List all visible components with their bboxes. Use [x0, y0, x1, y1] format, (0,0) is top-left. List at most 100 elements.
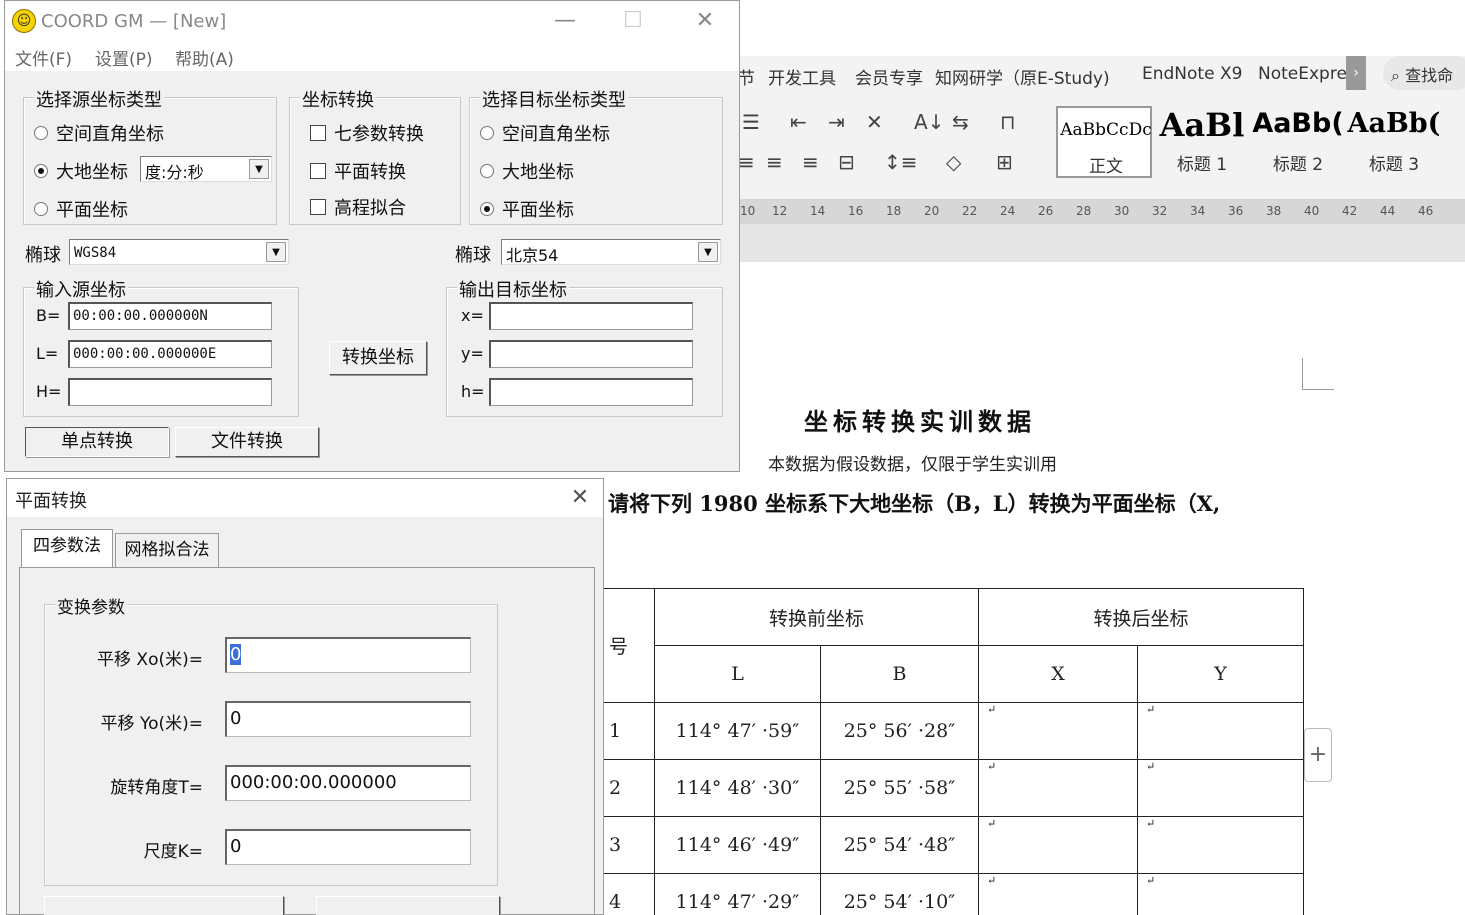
target-radio-cartesian[interactable]: 空间直角坐标	[480, 120, 610, 146]
check-height-fit[interactable]: 高程拟合	[310, 194, 406, 220]
input-H-field[interactable]	[68, 378, 272, 406]
coord-titlebar[interactable]: ☺ COORD GM — [New] — ☐ ✕	[5, 1, 739, 43]
chinese-layout-icon[interactable]: ✕	[866, 110, 883, 134]
align-center-icon[interactable]: ≡	[766, 150, 783, 174]
input-L-field[interactable]: 000:00:00.000000E	[68, 340, 272, 368]
plane-titlebar[interactable]: 平面转换 ✕	[7, 479, 603, 517]
rotation-field[interactable]: 000:00:00.000000	[225, 765, 471, 801]
tab-stop-icon[interactable]: ⊓	[1000, 110, 1016, 134]
angle-format-select[interactable]: 度:分:秒 ▼	[140, 156, 272, 182]
table-cell-Y[interactable]: ↵	[1137, 816, 1304, 874]
word-search-box[interactable]: ⌕ 查找命	[1383, 56, 1465, 90]
ruler-tick: 16	[848, 204, 864, 218]
radio-label: 平面坐标	[56, 200, 128, 221]
ruler-tick: 26	[1038, 204, 1054, 218]
ruler-tick: 46	[1418, 204, 1434, 218]
table-row: 2 114° 48′ ·30″ 25° 55′ ·58″ ↵ ↵	[600, 759, 1304, 817]
table-cell-X[interactable]: ↵	[978, 702, 1138, 760]
output-y-field[interactable]	[489, 340, 693, 368]
table-cell-X[interactable]: ↵	[978, 759, 1138, 817]
menu-file[interactable]: 文件(F)	[15, 45, 72, 70]
close-icon[interactable]: ✕	[685, 5, 725, 37]
x0-field[interactable]: 0	[225, 637, 471, 673]
ruler-tick: 38	[1266, 204, 1282, 218]
plane-action-button-1[interactable]	[44, 896, 284, 915]
style-heading-2[interactable]: AaBb( 标题 2	[1250, 106, 1346, 178]
numbered-list-icon[interactable]: ☰	[742, 110, 760, 134]
borders-icon[interactable]: ⊞	[996, 150, 1013, 174]
ribbon-tab-developer[interactable]: 开发工具	[768, 64, 836, 89]
align-left-icon[interactable]: ≡	[738, 150, 755, 174]
maximize-icon[interactable]: ☐	[613, 5, 653, 37]
justify-icon[interactable]: ≡	[802, 150, 819, 174]
word-ribbon: ☰ ⇤ ⇥ ✕ A↓ ⇆ ⊓ ≡ ≡ ≡ ⊟ ↕≡ ◇ ⊞ AaBbCcDc 正…	[738, 94, 1465, 200]
decrease-indent-icon[interactable]: ⇤	[790, 110, 807, 134]
table-cell-L: 114° 48′ ·30″	[654, 759, 821, 817]
style-heading-1[interactable]: AaBl 标题 1	[1154, 106, 1250, 178]
table-cell-Y[interactable]: ↵	[1137, 873, 1304, 915]
scale-field[interactable]: 0	[225, 829, 471, 865]
horizontal-ruler: 10 12 14 16 18 20 22 24 26 28 30 32 34 3…	[738, 200, 1465, 224]
dropdown-arrow-icon: ▼	[266, 242, 286, 262]
ribbon-tab-noteexpress[interactable]: NoteExpre	[1258, 64, 1346, 84]
ruler-tick: 44	[1380, 204, 1396, 218]
table-row: 3 114° 46′ ·49″ 25° 54′ ·48″ ↵ ↵	[600, 816, 1304, 874]
paragraph-direction-icon[interactable]: ⇆	[952, 110, 969, 134]
src-ellipsoid-label: 椭球	[25, 245, 61, 266]
radio-label: 大地坐标	[56, 162, 128, 183]
style-normal[interactable]: AaBbCcDc 正文	[1056, 106, 1152, 178]
menu-help[interactable]: 帮助(A)	[175, 45, 234, 70]
ruler-tick: 34	[1190, 204, 1206, 218]
ribbon-tab-section[interactable]: 节	[738, 64, 755, 89]
conversion-group: 坐标转换 七参数转换 平面转换 高程拟合	[289, 86, 461, 225]
src-ellipsoid-select[interactable]: WGS84 ▼	[69, 239, 289, 265]
plane-action-button-2[interactable]	[316, 896, 500, 915]
select-value: 北京54	[506, 246, 559, 265]
shading-icon[interactable]: ◇	[946, 150, 961, 174]
target-type-group: 选择目标坐标类型 空间直角坐标 大地坐标 平面坐标	[469, 86, 723, 225]
style-heading-3[interactable]: AaBb( 标题 3	[1346, 106, 1442, 178]
table-cell-Y[interactable]: ↵	[1137, 702, 1304, 760]
increase-indent-icon[interactable]: ⇥	[828, 110, 845, 134]
doc-instruction: 请将下列 1980 坐标系下大地坐标（B，L）转换为平面坐标（X,	[608, 491, 1221, 516]
minimize-icon[interactable]: —	[545, 5, 585, 37]
table-cell-X[interactable]: ↵	[978, 873, 1138, 915]
check-plane-transform[interactable]: 平面转换	[310, 158, 406, 184]
line-spacing-icon[interactable]: ↕≡	[884, 150, 918, 174]
ribbon-scroll-right-icon[interactable]: ›	[1346, 56, 1366, 90]
output-y-label: y=	[461, 344, 484, 363]
distribute-icon[interactable]: ⊟	[838, 150, 855, 174]
table-add-row-icon[interactable]: +	[1304, 728, 1332, 782]
tab-grid-fit[interactable]: 网格拟合法	[115, 533, 219, 567]
ruler-tick: 24	[1000, 204, 1016, 218]
y0-field[interactable]: 0	[225, 701, 471, 737]
ribbon-tab-member[interactable]: 会员专享	[855, 64, 923, 89]
single-point-button[interactable]: 单点转换	[25, 427, 169, 457]
checkbox-icon	[310, 199, 326, 215]
sort-icon[interactable]: A↓	[914, 110, 944, 134]
table-cell-X[interactable]: ↵	[978, 816, 1138, 874]
input-B-label: B=	[36, 306, 61, 325]
table-cell-B: 25° 54′ ·10″	[820, 873, 979, 915]
check-label: 高程拟合	[334, 198, 406, 219]
target-radio-plane[interactable]: 平面坐标	[480, 196, 574, 222]
style-heading-2-label: 标题 2	[1272, 155, 1324, 175]
x0-label: 平移 Xo(米)=	[97, 650, 203, 670]
table-cell-Y[interactable]: ↵	[1137, 759, 1304, 817]
ribbon-tab-endnote[interactable]: EndNote X9	[1142, 64, 1242, 84]
ribbon-tab-cnki[interactable]: 知网研学（原E-Study)	[935, 64, 1110, 89]
menu-settings[interactable]: 设置(P)	[95, 45, 153, 70]
file-convert-button[interactable]: 文件转换	[175, 427, 319, 457]
source-radio-cartesian[interactable]: 空间直角坐标	[34, 120, 164, 146]
output-h-field[interactable]	[489, 378, 693, 406]
tab-four-param[interactable]: 四参数法	[21, 529, 113, 567]
source-radio-plane[interactable]: 平面坐标	[34, 196, 128, 222]
convert-coords-button[interactable]: 转换坐标	[329, 341, 427, 375]
target-radio-geodetic[interactable]: 大地坐标	[480, 158, 574, 184]
output-x-field[interactable]	[489, 302, 693, 330]
check-seven-param[interactable]: 七参数转换	[310, 120, 424, 146]
dst-ellipsoid-select[interactable]: 北京54 ▼	[501, 239, 721, 265]
input-B-field[interactable]: 00:00:00.000000N	[68, 302, 272, 330]
close-icon[interactable]: ✕	[563, 481, 597, 515]
source-radio-geodetic[interactable]: 大地坐标	[34, 158, 128, 184]
